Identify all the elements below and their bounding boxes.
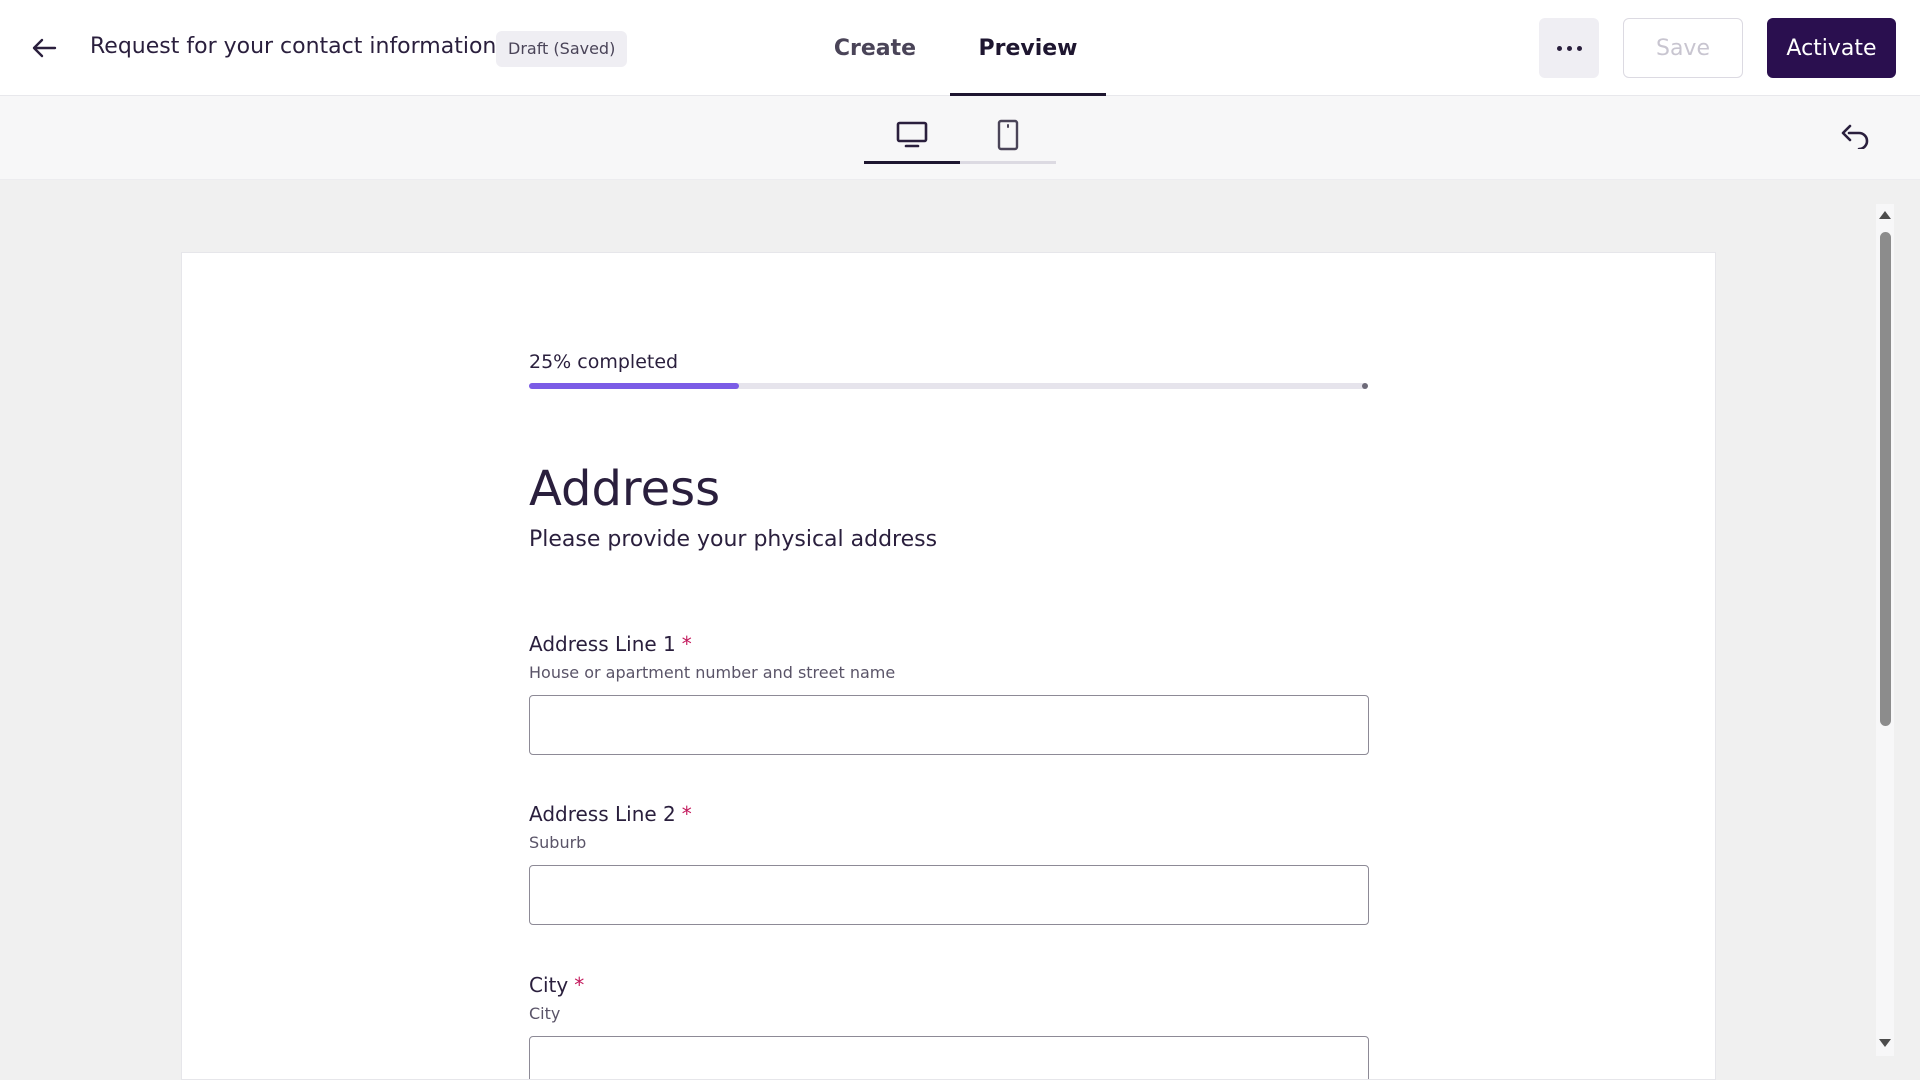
field-hint: House or apartment number and street nam… xyxy=(529,663,896,682)
field-label: Address Line 2 xyxy=(529,802,676,826)
progress-label: 25% completed xyxy=(529,351,679,373)
activate-button[interactable]: Activate xyxy=(1767,18,1896,78)
progress-end-marker xyxy=(1362,383,1368,389)
device-toolbar xyxy=(0,96,1920,180)
scroll-up-button[interactable] xyxy=(1876,208,1894,222)
field-label: City xyxy=(529,973,569,997)
page-title: Request for your contact information xyxy=(90,34,497,59)
undo-button[interactable] xyxy=(1836,116,1876,156)
field-hint: Suburb xyxy=(529,833,587,852)
more-horizontal-icon xyxy=(1556,45,1562,51)
address-line-1-input[interactable] xyxy=(529,695,1369,755)
smartphone-icon xyxy=(997,119,1019,150)
monitor-icon xyxy=(896,121,928,147)
city-input[interactable] xyxy=(529,1036,1369,1079)
caret-down-icon xyxy=(1879,1039,1891,1047)
preview-canvas: 25% completed Address Please provide you… xyxy=(0,180,1920,1080)
address-line-2-input[interactable] xyxy=(529,865,1369,925)
form-preview: 25% completed Address Please provide you… xyxy=(181,252,1716,1080)
back-button[interactable] xyxy=(28,32,60,64)
progress-fill xyxy=(529,383,739,389)
tab-create[interactable]: Create xyxy=(820,0,930,96)
scrollbar[interactable] xyxy=(1876,204,1894,1056)
field-address-line-1: Address Line 1 * House or apartment numbe… xyxy=(529,631,1369,755)
undo-icon xyxy=(1841,124,1869,149)
field-address-line-2: Address Line 2 * Suburb xyxy=(529,801,1369,925)
progress-bar xyxy=(529,383,1368,389)
mobile-view-toggle[interactable] xyxy=(960,108,1056,164)
tab-preview[interactable]: Preview xyxy=(950,0,1106,96)
scroll-down-button[interactable] xyxy=(1876,1036,1894,1050)
section-title: Address xyxy=(529,461,721,517)
section-description: Please provide your physical address xyxy=(529,527,938,552)
more-options-button[interactable] xyxy=(1539,18,1599,78)
scrollbar-thumb[interactable] xyxy=(1880,232,1891,726)
field-city: City * City xyxy=(529,972,1369,1079)
top-bar: Request for your contact information Dra… xyxy=(0,0,1920,96)
desktop-view-toggle[interactable] xyxy=(864,108,960,164)
field-hint: City xyxy=(529,1004,561,1023)
field-label: Address Line 1 xyxy=(529,632,676,656)
save-button[interactable]: Save xyxy=(1623,18,1743,78)
caret-up-icon xyxy=(1879,211,1891,219)
status-badge: Draft (Saved) xyxy=(496,31,628,67)
required-indicator: * xyxy=(681,632,692,656)
required-indicator: * xyxy=(681,802,692,826)
required-indicator: * xyxy=(574,973,585,997)
arrow-left-icon xyxy=(32,38,57,58)
